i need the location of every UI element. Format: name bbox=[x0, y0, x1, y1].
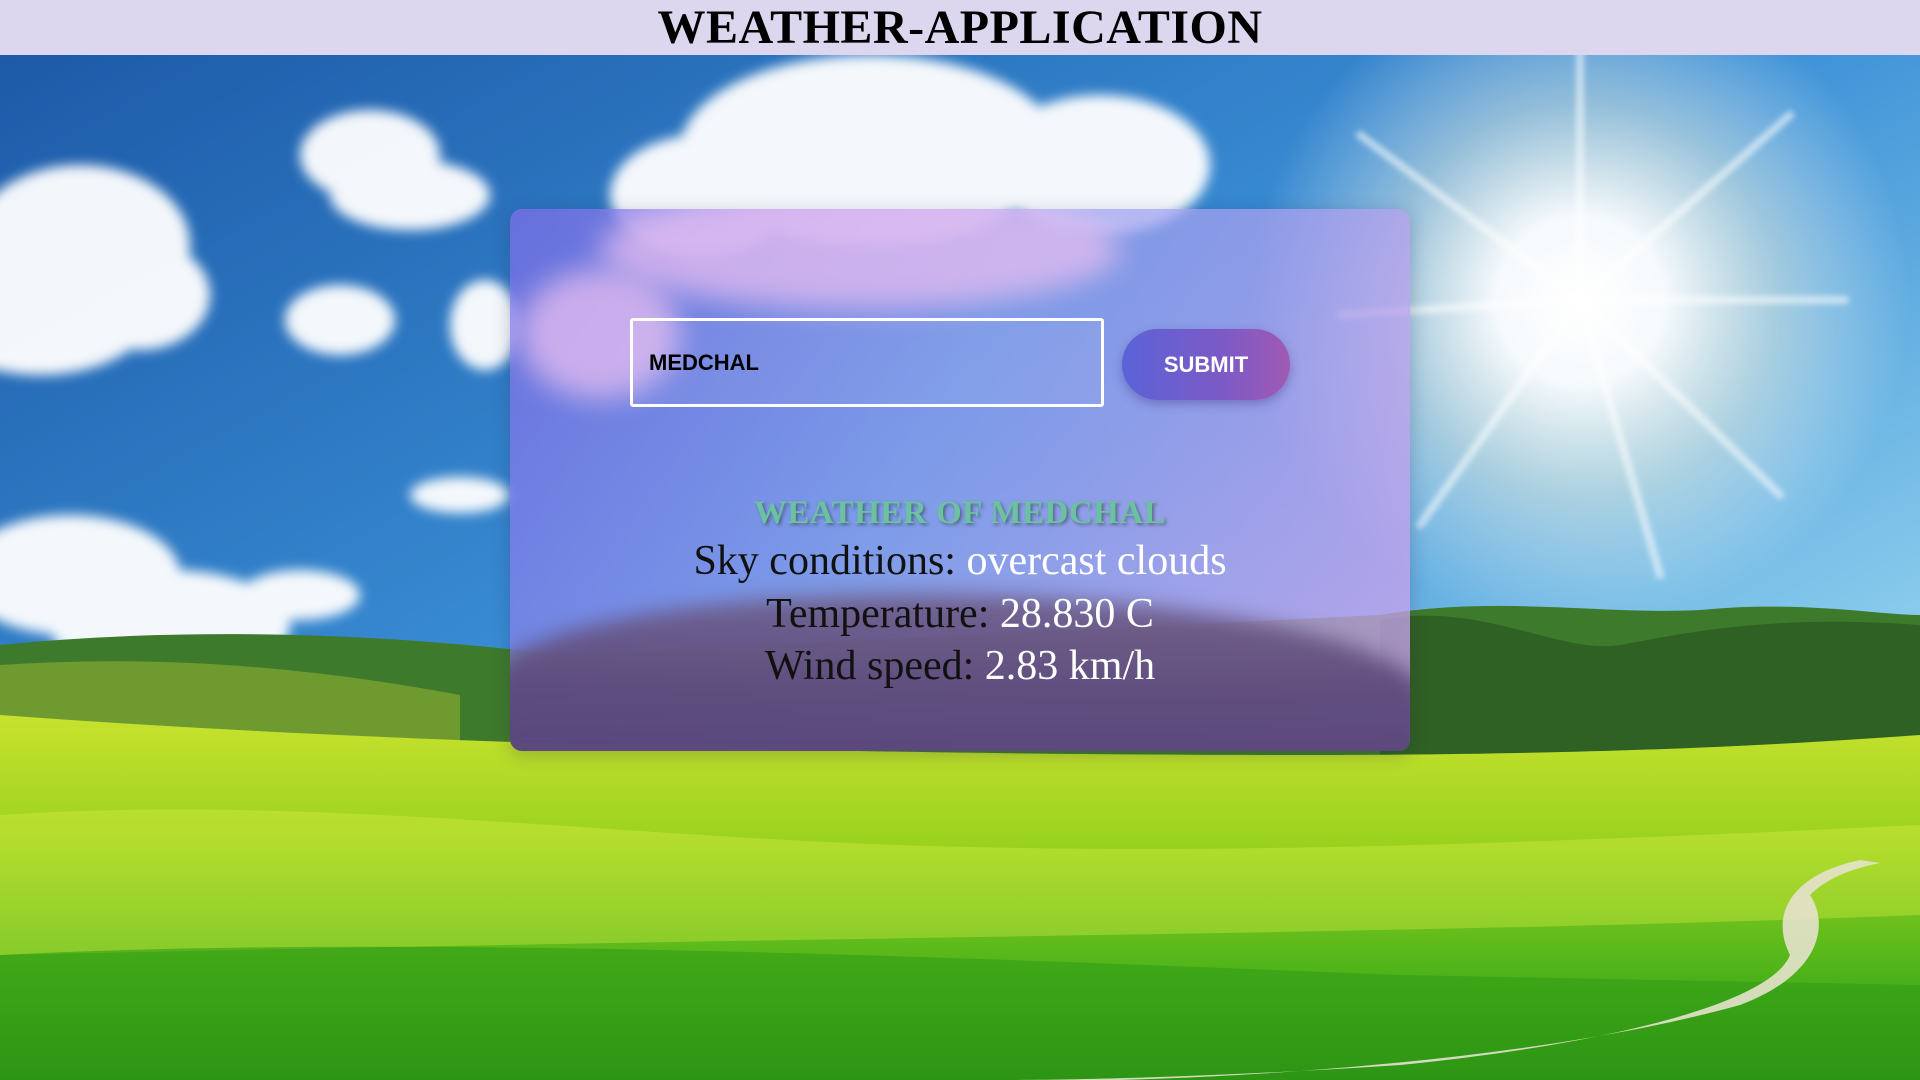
weather-result-title: WEATHER OF MEDCHAL bbox=[753, 495, 1167, 531]
sky-conditions-line: Sky conditions: overcast clouds bbox=[510, 537, 1410, 585]
temperature-line: Temperature: 28.830 C bbox=[510, 590, 1410, 638]
app-title: WEATHER-APPLICATION bbox=[657, 1, 1263, 54]
wind-speed-line: Wind speed: 2.83 km/h bbox=[510, 642, 1410, 690]
weather-card: SUBMIT WEATHER OF MEDCHAL Sky conditions… bbox=[510, 209, 1410, 751]
sky-conditions-value: overcast clouds bbox=[966, 538, 1227, 584]
sky-conditions-label: Sky conditions: bbox=[693, 538, 956, 584]
temperature-value: 28.830 C bbox=[999, 591, 1154, 637]
submit-button[interactable]: SUBMIT bbox=[1122, 329, 1290, 400]
card-content: SUBMIT WEATHER OF MEDCHAL Sky conditions… bbox=[510, 209, 1410, 751]
wind-speed-label: Wind speed: bbox=[764, 643, 975, 689]
city-search-input[interactable] bbox=[630, 318, 1104, 407]
wind-speed-value: 2.83 km/h bbox=[984, 643, 1156, 689]
temperature-label: Temperature: bbox=[766, 591, 990, 637]
app-header: WEATHER-APPLICATION bbox=[0, 0, 1920, 55]
